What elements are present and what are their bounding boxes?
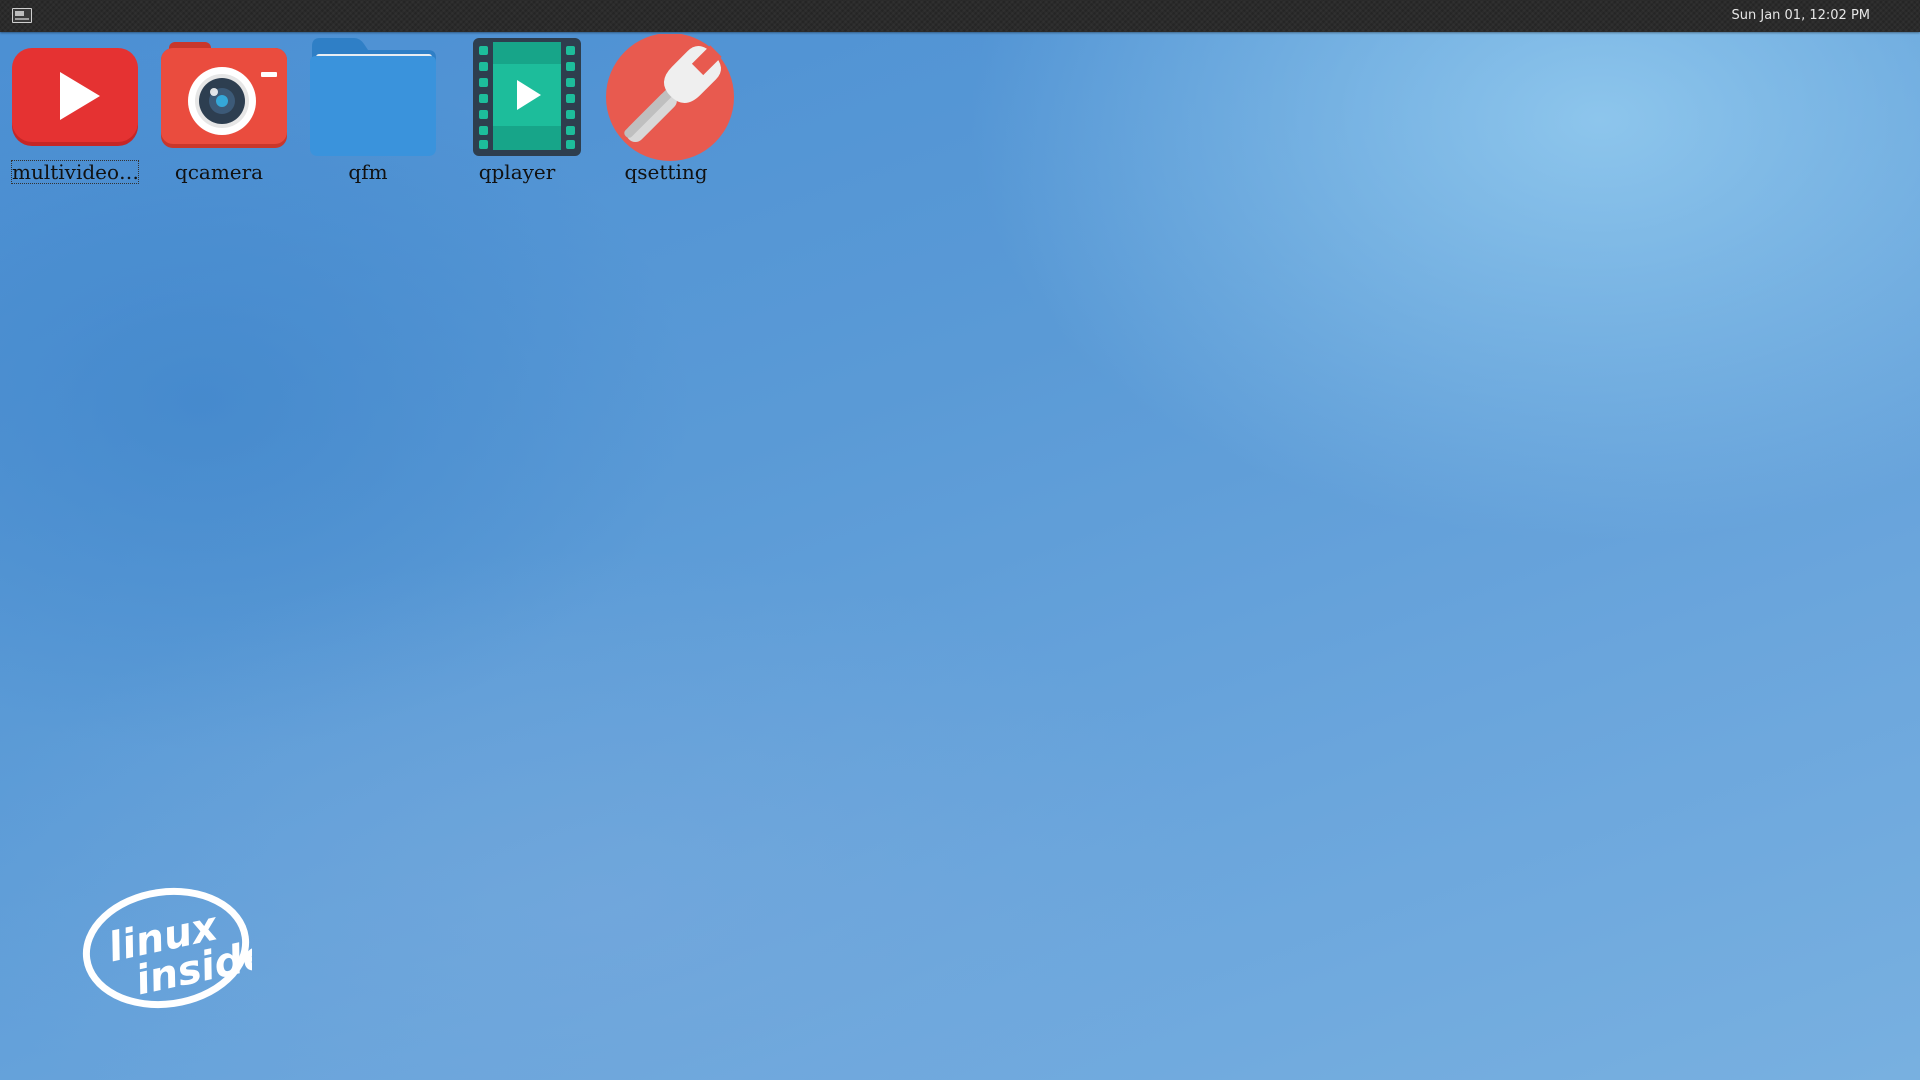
- top-panel: Sun Jan 01, 12:02 PM: [0, 0, 1920, 32]
- camera-icon: [159, 34, 289, 162]
- desktop-icon-multivideo[interactable]: multivideo…: [2, 34, 140, 184]
- desktop-icon-label: qfm: [348, 160, 388, 184]
- linux-inside-logo: linux inside: [80, 884, 274, 1010]
- desktop-icon-label: qsetting: [624, 160, 708, 184]
- desktop-icon-qcamera[interactable]: qcamera: [151, 34, 289, 184]
- desktop-icon-label: qcamera: [174, 160, 264, 184]
- desktop-icon-qplayer[interactable]: qplayer: [449, 34, 587, 184]
- desktop-icon-label: qplayer: [478, 160, 556, 184]
- film-strip-icon: [457, 34, 587, 162]
- youtube-play-icon: [10, 34, 140, 162]
- desktop-icon-qfm[interactable]: qfm: [300, 34, 438, 184]
- folder-icon: [308, 34, 438, 162]
- wrench-icon: [606, 34, 736, 162]
- application-menu-icon[interactable]: [12, 8, 32, 23]
- desktop-icon-qsetting[interactable]: qsetting: [598, 34, 736, 184]
- desktop-icon-label: multivideo…: [11, 160, 139, 184]
- panel-clock[interactable]: Sun Jan 01, 12:02 PM: [1732, 0, 1871, 32]
